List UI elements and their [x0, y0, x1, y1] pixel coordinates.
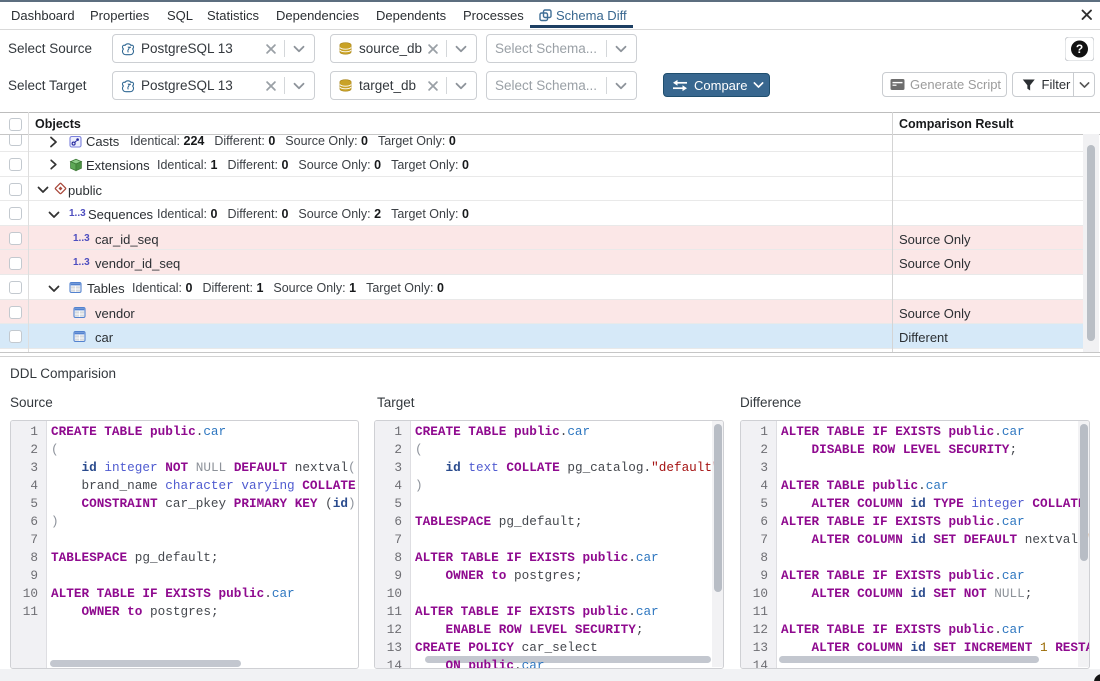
svg-text:?: ? [1076, 42, 1083, 56]
